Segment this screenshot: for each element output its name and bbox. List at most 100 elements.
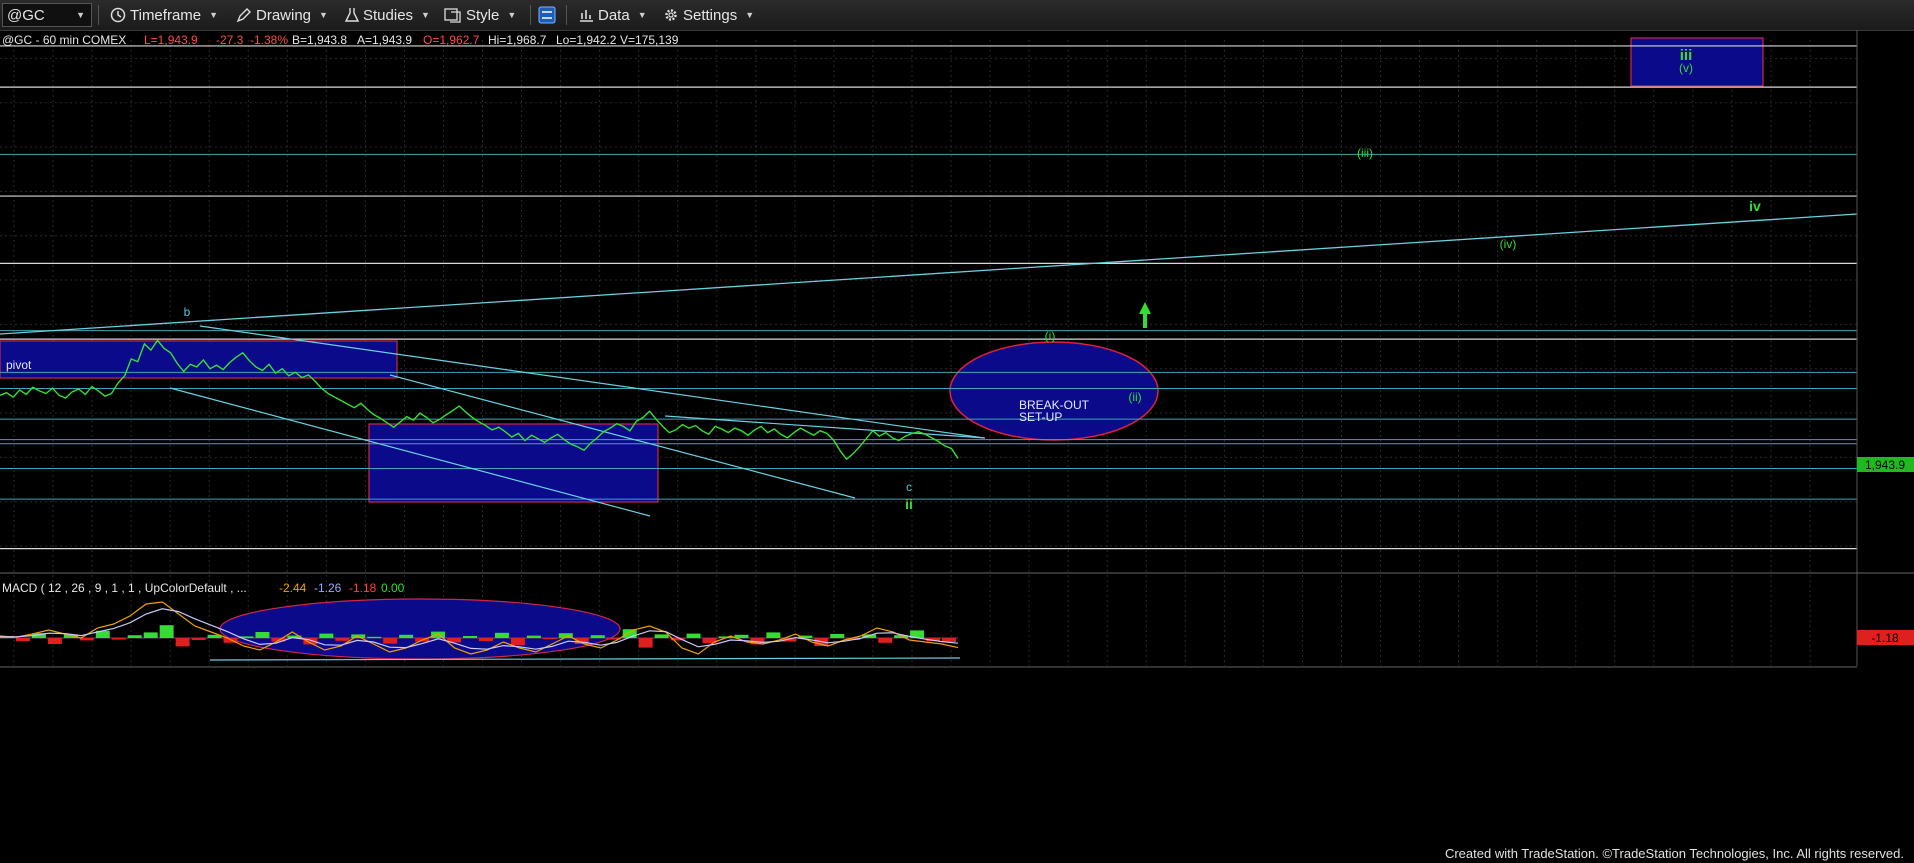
symbol-value: @GC [7,6,45,24]
macd-histogram-bar [479,638,493,642]
style-icon [444,8,461,23]
studies-label: Studies [363,6,414,24]
layout-button[interactable] [538,5,556,25]
macd-histogram-bar [191,638,206,640]
wave-label-i: (i) [1045,329,1056,343]
macd-diff-value: -1.18 [349,581,377,595]
drawing-menu[interactable]: Drawing ▼ [236,5,328,25]
last-price-tag-text: 1,943.9 [1865,458,1905,472]
macd-histogram-bar [47,638,62,644]
clock-icon [110,7,126,23]
macd-histogram-bar [494,632,509,638]
wave-label-b: b [184,305,191,319]
chart-toolbar: @GC ▼ Timeframe ▼ Drawing ▼ Studies ▼ St… [0,0,1914,31]
macd-zero-value: 0.00 [381,581,405,595]
macd-histogram-bar [111,638,126,640]
low-price: Lo=1,942.2 [556,33,617,47]
macd-histogram-bar [255,632,270,638]
macd-histogram-bar [542,638,557,640]
macd-histogram-bar [79,638,94,641]
macd-histogram-bar [878,638,893,643]
macd-title: MACD ( 12 , 26 , 9 , 1 , 1 , UpColorDefa… [2,581,247,595]
style-label: Style [466,6,500,24]
macd-histogram-bar [622,629,637,638]
macd-histogram-bar [319,633,334,638]
macd-histogram-bar [654,634,669,638]
settings-menu[interactable]: Settings ▼ [663,5,754,25]
macd-histogram-bar [175,638,190,647]
ask-price: A=1,943.9 [357,33,412,47]
price-change-pct: -1.38% [250,33,288,47]
settings-label: Settings [683,6,738,24]
macd-histogram-bar [526,635,541,638]
macd-histogram-bar [399,634,414,638]
data-menu[interactable]: Data ▼ [578,5,647,25]
high-price: Hi=1,968.7 [488,33,547,47]
copyright-footer: Created with TradeStation. ©TradeStation… [1444,846,1904,861]
macd-histogram-bar [830,634,845,638]
upper-trendline [0,213,1858,335]
toolbar-divider [530,5,531,25]
macd-histogram-bar [335,638,350,641]
macd-histogram-bar [638,638,653,648]
setup-label: SET-UP [1019,410,1062,424]
volume: V=175,139 [620,33,679,47]
macd-histogram-bar [734,634,749,638]
price-chart[interactable]: @GC - 60 min COMEX L=1,943.9 -27.3 -1.38… [0,30,1914,850]
chevron-down-icon: ▼ [209,10,219,20]
macd-avg-value: -1.26 [314,581,342,595]
wave-label-ii: ii [905,496,913,512]
chevron-down-icon: ▼ [745,10,755,20]
breakout-ellipse [949,341,1159,441]
chevron-down-icon: ▼ [76,10,85,20]
chevron-down-icon: ▼ [507,10,517,20]
macd-value: -2.44 [279,581,307,595]
macd-ellipse [219,598,621,660]
macd-trendline [209,657,961,661]
bar-chart-icon [580,10,593,22]
wave-label-iii-minor: (iii) [1357,146,1373,160]
symbol-input[interactable]: @GC ▼ [2,3,92,27]
toolbar-divider [566,5,567,25]
macd-histogram-bar [143,632,158,638]
channel-top-line [199,325,985,439]
wave-label-iv-minor: (iv) [1500,237,1517,251]
target-zone [1630,37,1764,87]
drawing-label: Drawing [256,6,312,24]
chevron-down-icon: ▼ [421,10,430,20]
macd-histogram-bar [383,638,398,644]
bid-price: B=1,943.8 [292,33,347,47]
fib-levels [0,45,1857,550]
toolbar-divider [98,5,99,25]
wave-label-ii-minor: (ii) [1128,390,1141,404]
style-menu[interactable]: Style ▼ [444,5,516,25]
open-price: O=1,962.7 [423,33,480,47]
flask-icon [345,8,359,22]
layout-icon [538,6,556,24]
macd-histogram-bar [431,631,446,638]
price-change: -27.3 [216,33,244,47]
macd-histogram-bar [590,635,605,638]
macd-histogram-bar [367,636,382,638]
macd-histogram-bar [463,636,477,638]
macd-histogram-bar [510,638,525,646]
macd-histogram-bar [766,632,781,638]
studies-menu[interactable]: Studies ▼ [345,5,430,25]
chevron-down-icon: ▼ [637,10,647,20]
last-price: L=1,943.9 [144,33,198,47]
pencil-icon [236,8,251,23]
wave-label-iv: iv [1749,198,1761,214]
macd-last-tag-text: -1.18 [1871,631,1899,645]
macd-histogram-bar [159,625,174,638]
macd-histogram-bar [127,635,142,638]
gear-icon [665,9,677,21]
timeframe-menu[interactable]: Timeframe ▼ [110,5,218,25]
timeframe-label: Timeframe [130,6,202,24]
macd-histogram-bar [15,638,30,642]
symbol-line: @GC - 60 min COMEX [2,33,126,47]
wave-label-v: (v) [1679,61,1693,75]
pivot-label: pivot [6,358,32,372]
macd-histogram-bar [686,633,701,638]
chevron-down-icon: ▼ [319,10,328,20]
wave-label-c: c [906,480,912,494]
